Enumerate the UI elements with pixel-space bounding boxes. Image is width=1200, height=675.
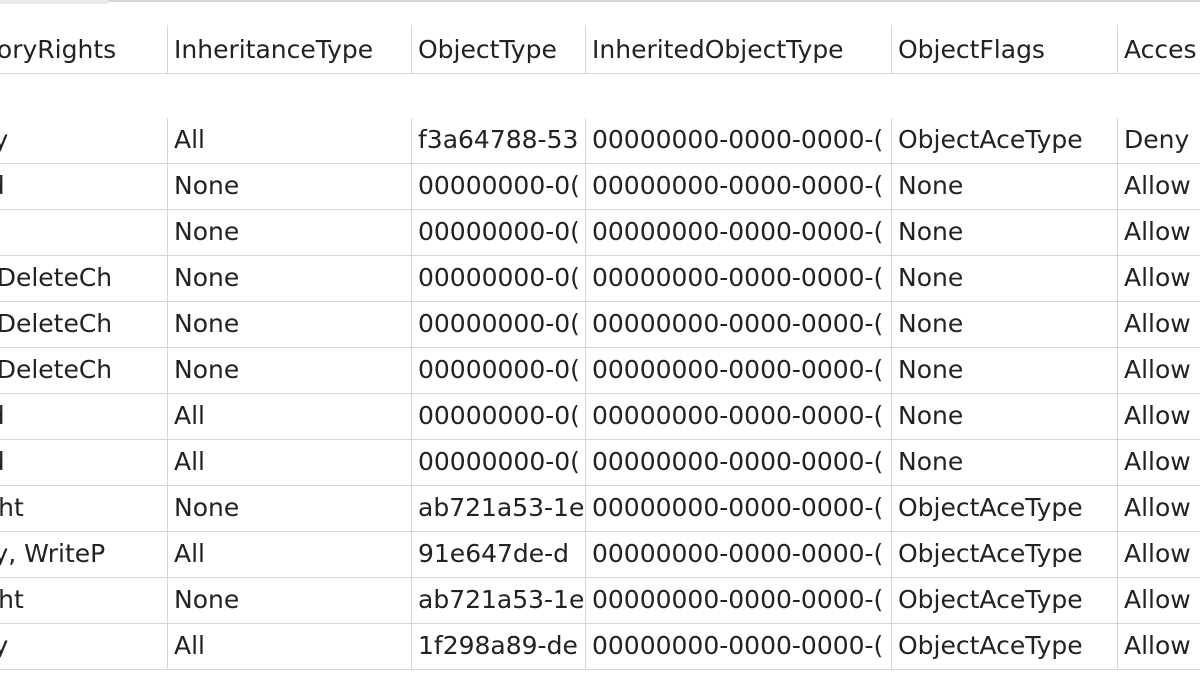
cell-r6-b[interactable]: None: [168, 348, 412, 394]
cell-r11-b[interactable]: None: [168, 578, 412, 624]
cell-r11-a[interactable]: Right: [0, 578, 168, 624]
cell-r4-e[interactable]: None: [892, 256, 1118, 302]
cell-r11-d[interactable]: 00000000-0000-0000-(: [586, 578, 892, 624]
cell-r11-f[interactable]: Allow: [1118, 578, 1200, 624]
cell-r4-c[interactable]: 00000000-0(: [412, 256, 586, 302]
cell-r5-b[interactable]: None: [168, 302, 412, 348]
cell-r5-c[interactable]: 00000000-0(: [412, 302, 586, 348]
cell-text: ld, DeleteCh: [0, 309, 113, 338]
cell-r11-e[interactable]: ObjectAceType: [892, 578, 1118, 624]
cell-r12-f[interactable]: Allow: [1118, 624, 1200, 670]
cell-r6-a[interactable]: ld, DeleteCh: [0, 348, 168, 394]
cell-r12-c[interactable]: 1f298a89-de: [412, 624, 586, 670]
spreadsheet: BCDEectoryRightsInheritanceTypeObjectTyp…: [0, 0, 1200, 675]
cell-r9-b[interactable]: None: [168, 486, 412, 532]
cell-r9-a[interactable]: Right: [0, 486, 168, 532]
cell-r3-b[interactable]: None: [168, 210, 412, 256]
cell-text: ld, DeleteCh: [0, 355, 113, 384]
cell-text: Right: [0, 493, 24, 522]
cell-r10-c[interactable]: 91e647de-d: [412, 532, 586, 578]
cell-r1-b[interactable]: All: [168, 118, 412, 164]
cell-text: Right: [0, 585, 24, 614]
cell-r1-d[interactable]: 00000000-0000-0000-(: [586, 118, 892, 164]
cell-r2-d[interactable]: 00000000-0000-0000-(: [586, 164, 892, 210]
cell-r7-f[interactable]: Allow: [1118, 394, 1200, 440]
cell-r4-a[interactable]: ld, DeleteCh: [0, 256, 168, 302]
cell-r4-d[interactable]: 00000000-0000-0000-(: [586, 256, 892, 302]
cell-text: erty: [0, 118, 8, 162]
cell-r1-c[interactable]: f3a64788-53: [412, 118, 586, 164]
header-cell-b[interactable]: InheritanceType: [168, 28, 412, 74]
cell-r1-f[interactable]: Deny: [1118, 118, 1200, 164]
cell-r9-f[interactable]: Allow: [1118, 486, 1200, 532]
cell-text: ectoryRights: [0, 35, 117, 64]
cell-r7-c[interactable]: 00000000-0(: [412, 394, 586, 440]
cell-r12-a[interactable]: erty: [0, 624, 168, 670]
cell-r2-f[interactable]: Allow: [1118, 164, 1200, 210]
cell-r3-d[interactable]: 00000000-0000-0000-(: [586, 210, 892, 256]
cell-r1-a[interactable]: erty: [0, 118, 168, 164]
cell-r6-e[interactable]: None: [892, 348, 1118, 394]
cell-r10-e[interactable]: ObjectAceType: [892, 532, 1118, 578]
cell-r7-e[interactable]: None: [892, 394, 1118, 440]
cell-r10-b[interactable]: All: [168, 532, 412, 578]
cell-r6-c[interactable]: 00000000-0(: [412, 348, 586, 394]
cell-r2-e[interactable]: None: [892, 164, 1118, 210]
cell-r8-e[interactable]: None: [892, 440, 1118, 486]
cell-r5-a[interactable]: ld, DeleteCh: [0, 302, 168, 348]
cell-r6-f[interactable]: Allow: [1118, 348, 1200, 394]
cell-text: ead: [0, 164, 5, 208]
cell-r9-c[interactable]: ab721a53-1e: [412, 486, 586, 532]
cell-r7-a[interactable]: ead: [0, 394, 168, 440]
cell-r2-c[interactable]: 00000000-0(: [412, 164, 586, 210]
cell-r5-e[interactable]: None: [892, 302, 1118, 348]
cell-text: ead: [0, 394, 5, 438]
header-cell-d[interactable]: InheritedObjectType: [586, 28, 892, 74]
cell-r2-b[interactable]: None: [168, 164, 412, 210]
cell-text: ead: [0, 440, 5, 484]
sheet-tab-edge: [0, 0, 108, 4]
cell-r11-c[interactable]: ab721a53-1e: [412, 578, 586, 624]
cell-r8-b[interactable]: All: [168, 440, 412, 486]
cell-r8-c[interactable]: 00000000-0(: [412, 440, 586, 486]
cell-text: erty, WriteP: [0, 539, 106, 568]
header-cell-e[interactable]: ObjectFlags: [892, 28, 1118, 74]
cell-r3-e[interactable]: None: [892, 210, 1118, 256]
cell-r1-e[interactable]: ObjectAceType: [892, 118, 1118, 164]
cell-r6-d[interactable]: 00000000-0000-0000-(: [586, 348, 892, 394]
header-cell-a[interactable]: ectoryRights: [0, 28, 168, 74]
cell-r12-b[interactable]: All: [168, 624, 412, 670]
cell-r10-a[interactable]: erty, WriteP: [0, 532, 168, 578]
cell-r7-b[interactable]: All: [168, 394, 412, 440]
header-cell-f[interactable]: Acces: [1118, 28, 1200, 74]
cell-r9-d[interactable]: 00000000-0000-0000-(: [586, 486, 892, 532]
header-cell-c[interactable]: ObjectType: [412, 28, 586, 74]
cell-r10-f[interactable]: Allow: [1118, 532, 1200, 578]
cell-r3-c[interactable]: 00000000-0(: [412, 210, 586, 256]
cell-r5-d[interactable]: 00000000-0000-0000-(: [586, 302, 892, 348]
ribbon-divider: [108, 0, 1200, 2]
cell-r2-a[interactable]: ead: [0, 164, 168, 210]
cell-r10-d[interactable]: 00000000-0000-0000-(: [586, 532, 892, 578]
cell-r8-d[interactable]: 00000000-0000-0000-(: [586, 440, 892, 486]
cell-r12-e[interactable]: ObjectAceType: [892, 624, 1118, 670]
cell-r7-d[interactable]: 00000000-0000-0000-(: [586, 394, 892, 440]
cell-r4-f[interactable]: Allow: [1118, 256, 1200, 302]
cell-text: ld, DeleteCh: [0, 263, 113, 292]
cell-r12-d[interactable]: 00000000-0000-0000-(: [586, 624, 892, 670]
cell-r3-f[interactable]: Allow: [1118, 210, 1200, 256]
cell-text: erty: [0, 624, 8, 668]
cell-r8-f[interactable]: Allow: [1118, 440, 1200, 486]
cell-r8-a[interactable]: ead: [0, 440, 168, 486]
ribbon-edge: [0, 0, 1200, 25]
cell-r4-b[interactable]: None: [168, 256, 412, 302]
cell-r5-f[interactable]: Allow: [1118, 302, 1200, 348]
cell-r3-a[interactable]: l: [0, 210, 168, 256]
cell-r9-e[interactable]: ObjectAceType: [892, 486, 1118, 532]
